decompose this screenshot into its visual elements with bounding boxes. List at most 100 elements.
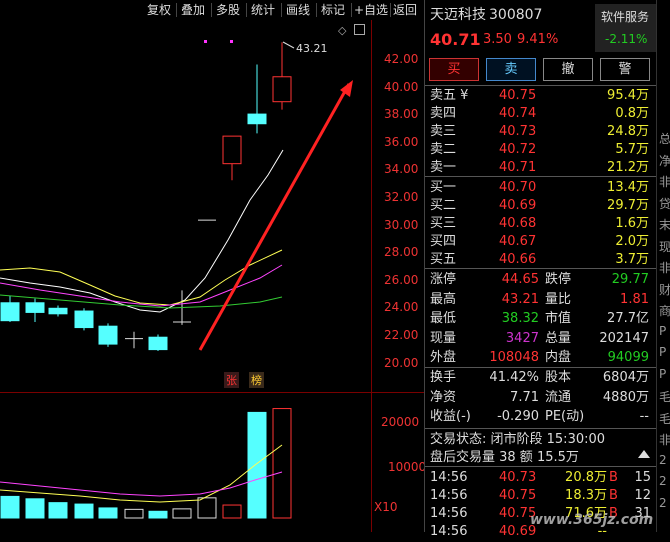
order-book-row[interactable]: 买三 40.68 1.6万 (425, 214, 657, 234)
stat-label: 最低 (430, 311, 457, 326)
buy-button[interactable]: 买 (429, 58, 479, 81)
collapse-up-icon[interactable] (638, 450, 650, 458)
side-panel-char: 毛 (659, 390, 670, 404)
tick-side: B (609, 470, 618, 485)
tick-count: 15 (634, 470, 651, 485)
limit-up-badge[interactable]: 张 (224, 372, 239, 388)
diamond-icon[interactable]: ◇ (338, 24, 346, 37)
stat-value: 27.7亿 (607, 311, 649, 326)
stat-value: 43.21 (501, 291, 539, 307)
side-panel-char: 2 (659, 495, 667, 510)
price-tick-label: 26.00 (384, 272, 419, 287)
price-tick-label: 22.00 (384, 328, 419, 342)
tick-time: 14:56 (430, 524, 468, 539)
stat-label: 最高 (430, 291, 457, 307)
add-watchlist-button[interactable]: +自选 (354, 2, 388, 18)
order-volume: 3.7万 (615, 252, 649, 267)
order-book-row[interactable]: 买二 40.69 29.7万 (425, 196, 657, 216)
watermark: www.365jz.com (530, 512, 654, 528)
order-volume: 24.8万 (607, 124, 649, 139)
volume-bar (74, 503, 94, 519)
stat-label: 净资 (430, 389, 457, 405)
high-price-label: 43.21 (296, 42, 328, 55)
order-label: 卖一 (430, 160, 457, 175)
tick-row: 14:56 40.75 18.3万 B 12 (425, 486, 657, 506)
order-label: 买四 (430, 234, 457, 249)
rank-badge[interactable]: 榜 (249, 372, 264, 388)
side-panel-char: 贷 (659, 196, 670, 211)
stat-label: PE(动) (545, 409, 585, 424)
volume-bar (222, 504, 242, 519)
price-change: 3.50 (483, 32, 512, 47)
order-book-row[interactable]: 卖三 40.73 24.8万 (425, 122, 657, 142)
candle-down (48, 307, 68, 315)
cancel-order-button[interactable]: 撤 (543, 58, 593, 81)
order-book-row[interactable]: 买五 40.66 3.7万 (425, 250, 657, 270)
order-price: 40.69 (499, 198, 537, 213)
price-change-pct: 9.41% (517, 32, 559, 47)
order-book-row[interactable]: 卖五 ¥ 40.75 95.4万 (425, 86, 657, 106)
stat-label: 股本 (545, 370, 572, 385)
alert-button[interactable]: 警 (600, 58, 650, 81)
tick-time: 14:56 (430, 506, 468, 521)
order-label: 卖三 (430, 124, 457, 139)
order-price: 40.75 (499, 88, 537, 103)
stat-label: 跌停 (545, 272, 572, 287)
candle-down (0, 302, 20, 322)
multi-stock-button[interactable]: 多股 (216, 2, 240, 18)
high-pointer (282, 41, 295, 49)
volume-unit-label: X10 (374, 500, 398, 514)
candle-down (247, 113, 267, 125)
sell-button[interactable]: 卖 (486, 58, 536, 81)
side-panel-char: 2 (659, 452, 667, 467)
order-price: 40.68 (499, 216, 537, 231)
trade-status: 交易状态: 闭市阶段 15:30:00 (430, 432, 606, 447)
price-tick-label: 32.00 (384, 190, 419, 204)
stat-value: -- (639, 409, 649, 424)
order-volume: 13.4万 (607, 180, 649, 195)
quote-panel: 天迈科技 300807 软件服务 -2.11% 40.71 3.50 9.41%… (424, 0, 657, 539)
stat-label: 量比 (545, 291, 572, 307)
order-book-row[interactable]: 卖二 40.72 5.7万 (425, 140, 657, 160)
stat-value: 29.77 (611, 272, 649, 287)
stat-row: 涨停 44.65 跌停 29.77 (425, 270, 657, 290)
kline-chart[interactable] (0, 20, 424, 532)
order-book-row[interactable]: 买一 40.70 13.4万 (425, 178, 657, 198)
price-tick-label: 28.00 (384, 245, 419, 260)
statistics-button[interactable]: 统计 (251, 2, 275, 18)
mark-button[interactable]: 标记 (321, 2, 345, 18)
stock-name: 天迈科技 (430, 7, 486, 23)
price-tick-label: 42.00 (384, 52, 419, 66)
order-price: 40.73 (499, 124, 537, 139)
stat-label: 总量 (545, 330, 572, 346)
order-book-row[interactable]: 卖一 40.71 21.2万 (425, 158, 657, 178)
stat-label: 收益(-) (430, 409, 471, 424)
side-panel-char: 商 (659, 304, 670, 318)
volume-bar (272, 408, 292, 519)
marker-dot (204, 40, 207, 43)
order-book-row[interactable]: 买四 40.67 2.0万 (425, 232, 657, 252)
order-book-row[interactable]: 卖四 40.74 0.8万 (425, 104, 657, 124)
candle-down (74, 310, 94, 329)
volume-tick: 20000 (381, 415, 420, 429)
overlay-button[interactable]: 叠加 (181, 2, 205, 18)
order-volume: 21.2万 (607, 160, 649, 175)
back-button[interactable]: 返回 (393, 2, 417, 18)
order-volume: 0.8万 (615, 106, 649, 121)
candle-up (272, 76, 292, 103)
tick-volume: 18.3万 (565, 488, 607, 503)
stock-code: 300807 (489, 7, 543, 23)
tick-row: 14:56 40.73 20.8万 B 15 (425, 468, 657, 488)
price-tick-label: 30.00 (384, 217, 419, 232)
restore-rights-button[interactable]: 复权 (147, 2, 171, 18)
order-label: 卖四 (430, 106, 457, 121)
tick-time: 14:56 (430, 488, 468, 503)
volume-bar (25, 498, 45, 519)
stat-label: 外盘 (430, 350, 457, 365)
order-price: 40.66 (499, 252, 537, 267)
volume-ma-line (0, 471, 283, 497)
window-toggle-icon[interactable] (354, 24, 365, 35)
order-label: 买二 (430, 198, 457, 213)
order-volume: 95.4万 (607, 88, 649, 103)
draw-line-button[interactable]: 画线 (286, 2, 310, 18)
